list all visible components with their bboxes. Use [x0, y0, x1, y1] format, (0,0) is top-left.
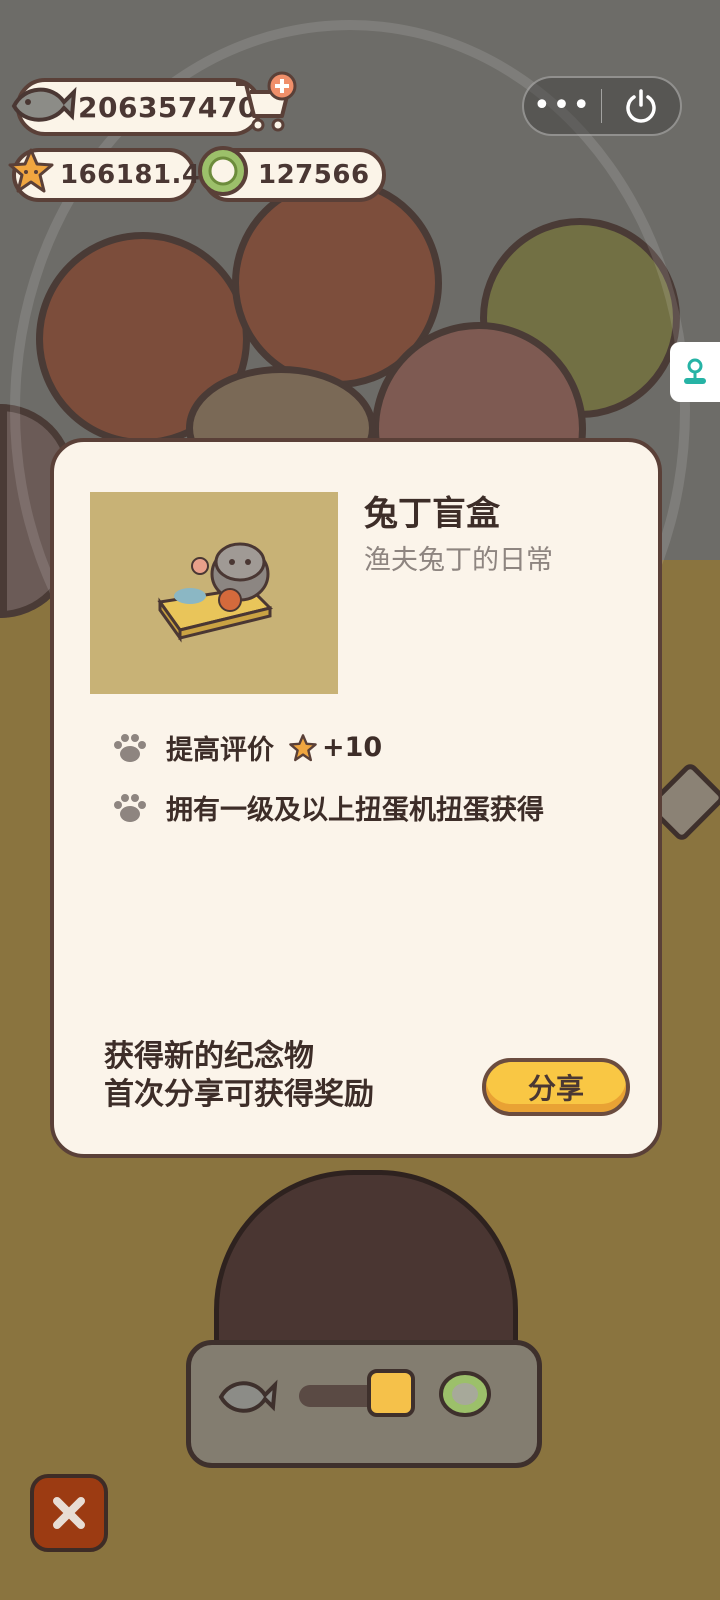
souvenir-title: 兔丁盲盒 [364, 494, 500, 534]
source-row: 拥有一级及以上扭蛋机扭蛋获得 [110, 788, 544, 827]
fish-icon [11, 86, 77, 122]
souvenir-image [90, 492, 338, 694]
machine-fish-icon [218, 1379, 278, 1413]
souvenir-subtitle: 渔夫兔丁的日常 [364, 545, 553, 576]
star-rating-value: 166181.4 [60, 160, 201, 190]
more-icon[interactable]: ••• [524, 78, 601, 134]
coin-icon [198, 146, 248, 196]
share-reward-line1: 获得新的纪念物 [104, 1039, 314, 1074]
close-icon [53, 1497, 85, 1529]
coin-currency-value: 127566 [258, 160, 370, 190]
star-icon [8, 148, 54, 193]
gacha-machine-base [186, 1340, 542, 1468]
joystick-icon[interactable] [670, 342, 720, 402]
effect-row: 提高评价 +10 [110, 728, 382, 767]
effect-label: 提高评价 [166, 735, 274, 766]
close-button[interactable] [30, 1474, 108, 1552]
paw-icon [114, 733, 146, 762]
mini-program-capsule: ••• [522, 76, 682, 136]
star-icon [289, 733, 317, 761]
share-reward-line2: 首次分享可获得奖励 [104, 1077, 374, 1112]
share-reward-text: 获得新的纪念物 首次分享可获得奖励 [104, 1038, 374, 1114]
souvenir-detail-card: 兔丁盲盒 渔夫兔丁的日常 提高评价 +10 拥有一级及以上扭蛋机扭蛋获得 获得新… [50, 438, 662, 1158]
effect-value: +10 [322, 732, 383, 763]
power-icon[interactable] [602, 88, 679, 124]
paw-icon [114, 793, 146, 822]
machine-slider-knob[interactable] [367, 1369, 415, 1417]
source-text: 拥有一级及以上扭蛋机扭蛋获得 [166, 795, 544, 826]
fish-currency-value: 206357470 [78, 90, 258, 124]
shop-cart-icon[interactable] [232, 70, 300, 134]
share-button[interactable]: 分享 [482, 1058, 630, 1116]
machine-coin-icon [439, 1371, 491, 1417]
